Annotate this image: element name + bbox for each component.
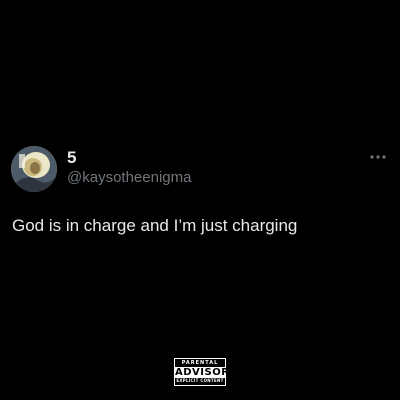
parental-advisory-logo: PARENTAL ADVISORY EXPLICIT CONTENT	[174, 358, 237, 386]
user-handle[interactable]: @kaysotheenigma	[67, 168, 191, 188]
tweet-screenshot: 5 @kaysotheenigma God is in charge and I…	[0, 0, 400, 400]
tweet-text: God is in charge and I’m just charging	[12, 216, 298, 235]
avatar[interactable]	[11, 146, 57, 192]
avatar-image	[11, 146, 57, 192]
parental-advisory-middle: ADVISORY	[175, 366, 237, 378]
parental-advisory-top: PARENTAL	[181, 360, 219, 366]
more-horizontal-icon	[370, 155, 386, 159]
more-options-button[interactable]	[368, 150, 388, 164]
display-name[interactable]: 5	[67, 148, 76, 168]
parental-advisory-bottom: EXPLICIT CONTENT	[176, 378, 224, 383]
